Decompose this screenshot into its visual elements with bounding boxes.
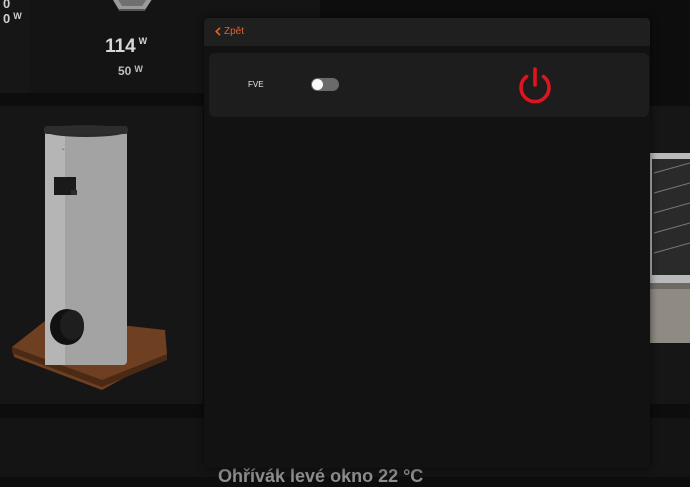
svg-text:te: te [62,147,65,151]
heat-pump-image [650,153,690,343]
device-thumbnail-image [113,0,152,11]
chevron-left-icon [215,27,221,36]
top-left-value-2: 0W [3,11,22,26]
back-button[interactable]: Zpět [215,26,244,37]
fve-control-card: FVE [209,53,649,117]
dialog-header: Zpět [204,18,650,46]
fve-label: FVE [248,80,264,89]
toggle-knob [312,79,323,90]
fve-control-dialog: Zpět FVE [204,18,650,468]
top-left-value-1: 0 [3,0,11,11]
power-sub-value: 50 W [118,64,143,78]
fve-toggle[interactable] [311,78,339,91]
water-heater-image: te [12,125,167,390]
power-main-value: 114 W [105,36,148,57]
back-label: Zpět [224,26,245,37]
power-icon[interactable] [515,66,555,106]
